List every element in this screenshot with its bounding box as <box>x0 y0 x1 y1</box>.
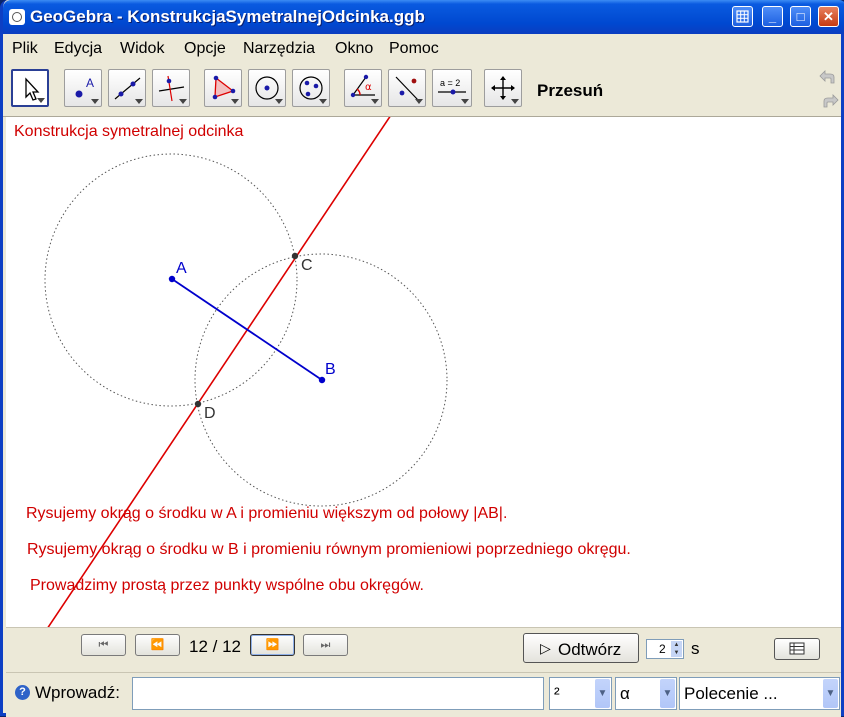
superscript-select[interactable]: ² ▼ <box>549 677 612 710</box>
maximize-icon: □ <box>796 9 805 24</box>
move-tool-button[interactable] <box>11 69 49 107</box>
superscript-select-value: ² <box>554 684 560 703</box>
circle-tool-button[interactable] <box>248 69 286 107</box>
input-field[interactable] <box>132 677 544 710</box>
perpendicular-tool-button[interactable] <box>152 69 190 107</box>
chevron-down-icon[interactable]: ▼ <box>823 679 838 708</box>
minimize-icon: _ <box>768 9 777 24</box>
close-button[interactable]: ✕ <box>818 6 839 27</box>
next-step-button[interactable]: ⏩ <box>250 634 295 656</box>
previous-step-icon: ⏪ <box>150 639 165 651</box>
greek-letter-select-value: α <box>620 684 630 703</box>
close-icon: ✕ <box>823 9 834 24</box>
play-speed-value: 2 <box>659 642 666 656</box>
point-a[interactable] <box>168 275 176 283</box>
step-text-1: Rysujemy okrąg o środku w A i promieniu … <box>26 505 508 522</box>
first-step-icon: ⏮ <box>98 639 109 651</box>
chevron-down-icon <box>461 99 469 104</box>
chevron-down-icon <box>275 99 283 104</box>
chevron-down-icon <box>319 99 327 104</box>
minimize-button[interactable]: _ <box>762 6 783 27</box>
svg-text:α: α <box>365 82 372 93</box>
spinner-arrows-icon[interactable]: ▲ ▼ <box>671 641 682 657</box>
reflect-tool-button[interactable] <box>388 69 426 107</box>
geogebra-window: GeoGebra - KonstrukcjaSymetralnejOdcinka… <box>0 0 844 717</box>
chevron-down-icon[interactable]: ▼ <box>660 679 675 708</box>
construction-navigation-bar: ⏮ ⏪ 12 / 12 ⏩ ⏭ ▷ Odtwórz 2 ▲ ▼ s <box>6 627 841 673</box>
label-d: D <box>204 405 216 422</box>
input-bar: ? Wprowadź: ² ▼ α ▼ Polecenie ... ▼ <box>6 672 841 717</box>
point-tool-button[interactable]: A <box>64 69 102 107</box>
chevron-down-icon <box>37 98 45 103</box>
slider-tool-button[interactable]: a = 2 <box>432 69 472 107</box>
menu-widok[interactable]: Widok <box>120 40 164 58</box>
play-speed-stepper[interactable]: 2 ▲ ▼ <box>646 639 684 659</box>
chevron-down-icon[interactable]: ▼ <box>595 679 610 708</box>
input-label: Wprowadź: <box>35 683 121 702</box>
menu-bar: Plik Edycja Widok Opcje Narzędzia Okno P… <box>3 34 841 62</box>
menu-okno[interactable]: Okno <box>335 40 373 58</box>
angle-tool-button[interactable]: α <box>344 69 382 107</box>
chevron-down-icon <box>91 99 99 104</box>
chevron-down-icon <box>135 99 143 104</box>
polygon-tool-button[interactable] <box>204 69 242 107</box>
menu-pomoc[interactable]: Pomoc <box>389 40 439 58</box>
help-icon[interactable]: ? <box>15 685 30 700</box>
play-button[interactable]: ▷ Odtwórz <box>523 633 639 663</box>
toolbar: A α a = 2 Przesuń <box>3 62 841 117</box>
step-text-2: Rysujemy okrąg o środku w B i promieniu … <box>27 541 631 558</box>
slider-tool-text: a = 2 <box>440 78 460 88</box>
move-view-tool-button[interactable] <box>484 69 522 107</box>
table-icon <box>789 642 805 655</box>
step-counter: 12 / 12 <box>189 637 241 656</box>
step-text-3: Prowadzimy prostą przez punkty wspólne o… <box>30 577 424 594</box>
greek-letter-select[interactable]: α ▼ <box>615 677 677 710</box>
chevron-down-icon <box>179 99 187 104</box>
point-d[interactable] <box>194 400 202 408</box>
graphics-view[interactable]: A B C D Konstrukcja symetralnej odcinka … <box>6 117 841 627</box>
play-icon: ▷ <box>540 640 551 656</box>
label-a: A <box>176 260 187 277</box>
window-title: GeoGebra - KonstrukcjaSymetralnejOdcinka… <box>30 7 425 26</box>
grid-view-button[interactable] <box>732 6 753 27</box>
chevron-down-icon <box>231 99 239 104</box>
segment-ab[interactable] <box>171 278 323 381</box>
chevron-down-icon <box>511 99 519 104</box>
command-select[interactable]: Polecenie ... ▼ <box>679 677 840 710</box>
menu-opcje[interactable]: Opcje <box>184 40 226 58</box>
construction-protocol-button[interactable] <box>774 638 820 660</box>
point-c[interactable] <box>291 252 299 260</box>
play-button-label: Odtwórz <box>558 640 622 659</box>
first-step-button[interactable]: ⏮ <box>81 634 126 656</box>
menu-plik[interactable]: Plik <box>12 40 38 58</box>
title-bar[interactable]: GeoGebra - KonstrukcjaSymetralnejOdcinka… <box>3 0 844 34</box>
geogebra-app-icon <box>9 9 25 25</box>
line-tool-button[interactable] <box>108 69 146 107</box>
chevron-down-icon <box>371 99 379 104</box>
command-select-value: Polecenie ... <box>684 684 778 703</box>
redo-icon[interactable] <box>819 92 839 110</box>
active-tool-name: Przesuń <box>537 81 604 100</box>
label-c: C <box>301 257 313 274</box>
last-step-icon: ⏭ <box>320 639 331 651</box>
menu-narzedzia[interactable]: Narzędzia <box>243 40 315 58</box>
previous-step-button[interactable]: ⏪ <box>135 634 180 656</box>
next-step-icon: ⏩ <box>265 639 280 651</box>
last-step-button[interactable]: ⏭ <box>303 634 348 656</box>
chevron-down-icon <box>415 99 423 104</box>
play-speed-unit: s <box>691 639 700 658</box>
svg-text:A: A <box>86 76 94 90</box>
maximize-button[interactable]: □ <box>790 6 811 27</box>
undo-icon[interactable] <box>819 68 839 86</box>
menu-edycja[interactable]: Edycja <box>54 40 102 58</box>
label-b: B <box>325 361 336 378</box>
construction-title: Konstrukcja symetralnej odcinka <box>14 123 244 140</box>
grid-icon <box>736 10 749 23</box>
conic-tool-button[interactable] <box>292 69 330 107</box>
